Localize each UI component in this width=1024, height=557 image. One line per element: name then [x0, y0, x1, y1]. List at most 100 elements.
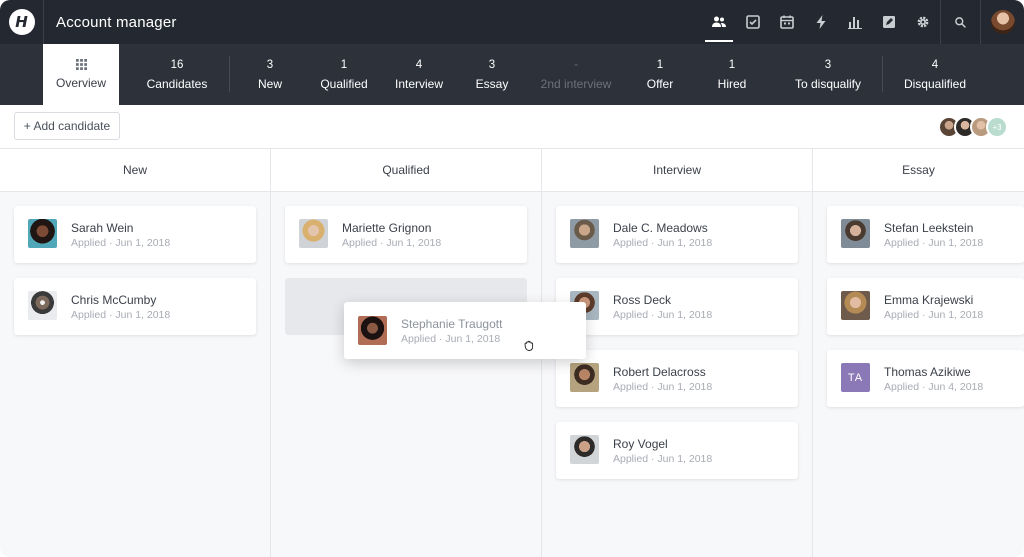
lightning-icon[interactable]: [804, 0, 838, 44]
candidate-name: Chris McCumby: [71, 293, 157, 307]
tab-label: Overview: [55, 76, 106, 90]
tab-label: Essay: [475, 76, 509, 91]
tab-label: 2nd interview: [540, 76, 612, 91]
tab-count: -: [574, 58, 578, 71]
candidate-card[interactable]: Ross Deck Applied · Jun 1, 2018: [556, 278, 798, 335]
tab-disqualified[interactable]: 4 Disqualified: [892, 44, 978, 105]
candidate-photo: [358, 316, 387, 345]
applied-date: Applied · Jun 1, 2018: [342, 237, 442, 249]
app-window: H Account manager Overview 16 Candidates…: [0, 0, 1024, 557]
applied-date: Applied · Jun 1, 2018: [613, 237, 713, 249]
tab-label: Candidates: [146, 76, 208, 91]
tab-label: Interview: [394, 76, 444, 91]
candidate-name: Roy Vogel: [613, 437, 668, 451]
user-avatar-button[interactable]: [980, 0, 1024, 44]
top-nav: [702, 0, 940, 44]
tab-label: Disqualified: [903, 76, 967, 91]
logo[interactable]: H: [0, 0, 44, 44]
candidate-name: Stephanie Traugott: [401, 317, 503, 331]
applied-date: Applied · Jun 1, 2018: [884, 309, 984, 321]
candidate-photo: [841, 219, 870, 248]
tab-offer[interactable]: 1 Offer: [630, 44, 690, 105]
candidate-name: Stefan Leekstein: [884, 221, 974, 235]
tab-count: 1: [656, 58, 664, 71]
candidate-name: Emma Krajewski: [884, 293, 974, 307]
column-title: Essay: [813, 149, 1024, 192]
applied-date: Applied · Jun 1, 2018: [613, 381, 713, 393]
grid-icon: [75, 59, 87, 70]
applied-date: Applied · Jun 1, 2018: [401, 333, 501, 345]
divider: [882, 56, 883, 92]
search-button[interactable]: [940, 0, 980, 44]
bar-chart-icon[interactable]: [838, 0, 872, 44]
candidate-photo: [570, 363, 599, 392]
tab-label: Offer: [646, 76, 674, 91]
top-bar: H Account manager: [0, 0, 1024, 44]
calendar-icon[interactable]: [770, 0, 804, 44]
tab-count: 1: [728, 58, 736, 71]
tab-overview[interactable]: Overview: [43, 44, 119, 105]
candidate-card[interactable]: TA Thomas Azikiwe Applied · Jun 4, 2018: [827, 350, 1024, 407]
edit-icon[interactable]: [872, 0, 906, 44]
candidate-card[interactable]: Dale C. Meadows Applied · Jun 1, 2018: [556, 206, 798, 263]
column-title: Qualified: [271, 149, 541, 192]
tab-label: Qualified: [320, 76, 368, 91]
tab-hired[interactable]: 1 Hired: [702, 44, 762, 105]
candidate-name: Mariette Grignon: [342, 221, 432, 235]
candidate-name: Thomas Azikiwe: [884, 365, 971, 379]
tab-interview[interactable]: 4 Interview: [384, 44, 454, 105]
candidate-photo: [28, 291, 57, 320]
tab-label: New: [257, 76, 282, 91]
candidate-card[interactable]: Sarah Wein Applied · Jun 1, 2018: [14, 206, 256, 263]
candidate-card[interactable]: Emma Krajewski Applied · Jun 1, 2018: [827, 278, 1024, 335]
search-icon: [955, 16, 966, 28]
candidate-card[interactable]: Chris McCumby Applied · Jun 1, 2018: [14, 278, 256, 335]
tab-to-disqualify[interactable]: 3 To disqualify: [782, 44, 874, 105]
candidate-card[interactable]: Robert Delacross Applied · Jun 1, 2018: [556, 350, 798, 407]
tab-label: Hired: [717, 76, 747, 91]
candidate-card[interactable]: Mariette Grignon Applied · Jun 1, 2018: [285, 206, 527, 263]
applied-date: Applied · Jun 1, 2018: [71, 237, 171, 249]
tab-count: 3: [824, 58, 832, 71]
candidate-photo: [841, 291, 870, 320]
checkbox-icon[interactable]: [736, 0, 770, 44]
candidate-name: Robert Delacross: [613, 365, 706, 379]
people-icon[interactable]: [702, 0, 736, 44]
tab-essay[interactable]: 3 Essay: [462, 44, 522, 105]
applied-date: Applied · Jun 4, 2018: [884, 381, 984, 393]
applied-date: Applied · Jun 1, 2018: [613, 453, 713, 465]
column-title: New: [0, 149, 270, 192]
tab-count: 4: [931, 58, 939, 71]
more-members-badge: +3: [986, 116, 1008, 138]
avatar: [990, 10, 1015, 34]
tab-count: 16: [170, 58, 184, 71]
tab-label: To disqualify: [794, 76, 862, 91]
dragging-candidate-card[interactable]: Stephanie Traugott Applied · Jun 1, 2018: [344, 302, 586, 359]
candidate-photo: [570, 219, 599, 248]
add-candidate-button[interactable]: + Add candidate: [14, 112, 120, 140]
logo-mark: H: [8, 9, 35, 35]
tab-second-interview[interactable]: - 2nd interview: [530, 44, 622, 105]
candidate-photo: [299, 219, 328, 248]
team-avatars[interactable]: +3: [938, 116, 1008, 138]
gear-icon[interactable]: [906, 0, 940, 44]
column-title: Interview: [542, 149, 812, 192]
candidate-name: Sarah Wein: [71, 221, 134, 235]
tab-qualified[interactable]: 1 Qualified: [306, 44, 382, 105]
tab-candidates[interactable]: 16 Candidates: [130, 44, 224, 105]
applied-date: Applied · Jun 1, 2018: [613, 309, 713, 321]
initials-avatar: TA: [841, 363, 870, 392]
candidate-photo: [570, 435, 599, 464]
candidate-card[interactable]: Stefan Leekstein Applied · Jun 1, 2018: [827, 206, 1024, 263]
candidate-name: Ross Deck: [613, 293, 672, 307]
applied-date: Applied · Jun 1, 2018: [71, 309, 171, 321]
divider: [229, 56, 230, 92]
applied-date: Applied · Jun 1, 2018: [884, 237, 984, 249]
toolbar: + Add candidate +3: [0, 105, 1024, 149]
page-title: Account manager: [56, 13, 177, 31]
stage-bar: Overview 16 Candidates 3 New 1 Qualified…: [0, 44, 1024, 105]
tab-count: 4: [415, 58, 423, 71]
tab-new[interactable]: 3 New: [240, 44, 300, 105]
candidate-card[interactable]: Roy Vogel Applied · Jun 1, 2018: [556, 422, 798, 479]
tab-count: 3: [266, 58, 274, 71]
